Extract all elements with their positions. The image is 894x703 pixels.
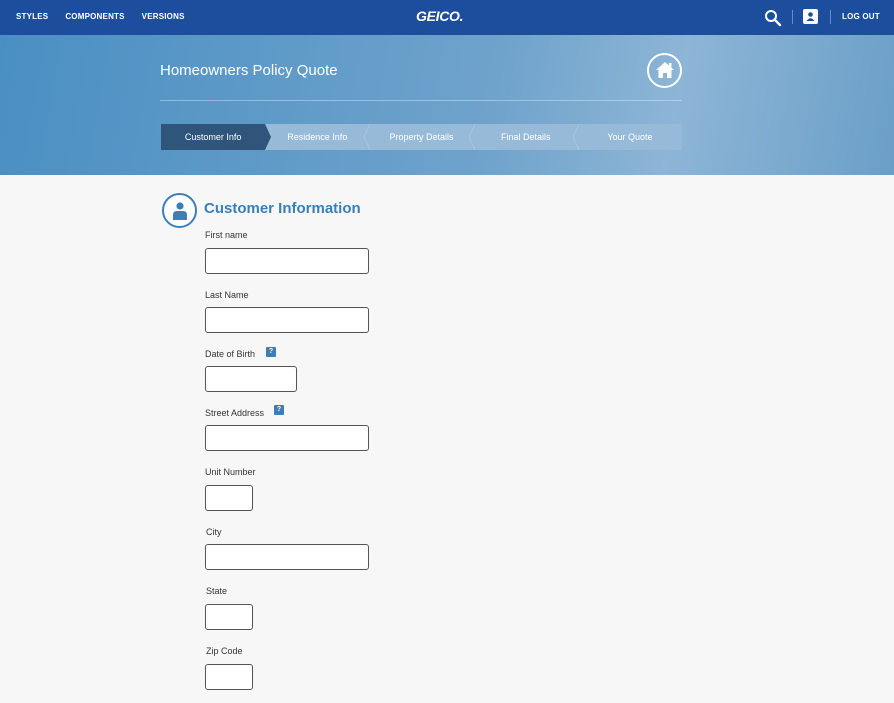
nav-separator: [792, 10, 793, 24]
hero-banner: Homeowners Policy Quote Customer Info Re…: [0, 35, 894, 175]
nav-links: STYLES COMPONENTS VERSIONS: [16, 12, 202, 21]
geico-logo[interactable]: GEICO.: [416, 8, 464, 24]
search-icon: [765, 10, 782, 27]
zip-code-label: Zip Code: [206, 646, 243, 656]
top-nav: STYLES COMPONENTS VERSIONS GEICO. LOG OU…: [0, 0, 894, 35]
nav-separator: [830, 10, 831, 24]
step-customer-info[interactable]: Customer Info: [161, 124, 272, 150]
first-name-label: First name: [205, 230, 248, 240]
step-final-details[interactable]: Final Details: [474, 124, 580, 150]
home-badge: [647, 53, 682, 88]
nav-link-components[interactable]: COMPONENTS: [65, 12, 124, 21]
search-button[interactable]: [764, 9, 782, 27]
first-name-input[interactable]: [205, 248, 369, 274]
unit-number-input[interactable]: [205, 485, 253, 511]
dob-help-icon[interactable]: ?: [266, 347, 276, 357]
zip-code-input[interactable]: [205, 664, 253, 690]
step-residence-info[interactable]: Residence Info: [265, 124, 371, 150]
street-address-help-icon[interactable]: ?: [274, 405, 284, 415]
state-label: State: [206, 586, 228, 596]
dob-input[interactable]: [205, 366, 297, 392]
progress-steps: Customer Info Residence Info Property De…: [161, 124, 682, 150]
home-icon: [656, 62, 674, 78]
unit-number-label: Unit Number: [205, 467, 256, 477]
section-badge: [162, 193, 197, 228]
dob-label: Date of Birth: [205, 349, 256, 359]
city-input[interactable]: [205, 544, 369, 570]
nav-link-styles[interactable]: STYLES: [16, 12, 48, 21]
state-input[interactable]: [205, 604, 253, 630]
person-icon: [173, 202, 187, 220]
street-address-input[interactable]: [205, 425, 369, 451]
logout-link[interactable]: LOG OUT: [842, 12, 880, 21]
account-button[interactable]: [803, 9, 818, 24]
last-name-input[interactable]: [205, 307, 369, 333]
nav-link-versions[interactable]: VERSIONS: [142, 12, 185, 21]
street-address-label: Street Address: [205, 408, 265, 418]
user-icon: [806, 12, 815, 21]
step-property-details[interactable]: Property Details: [369, 124, 475, 150]
last-name-label: Last Name: [205, 290, 249, 300]
page-title: Homeowners Policy Quote: [160, 62, 338, 79]
section-title: Customer Information: [204, 200, 361, 217]
hero-divider: [160, 100, 682, 101]
step-your-quote[interactable]: Your Quote: [578, 124, 682, 150]
city-label: City: [206, 527, 222, 537]
